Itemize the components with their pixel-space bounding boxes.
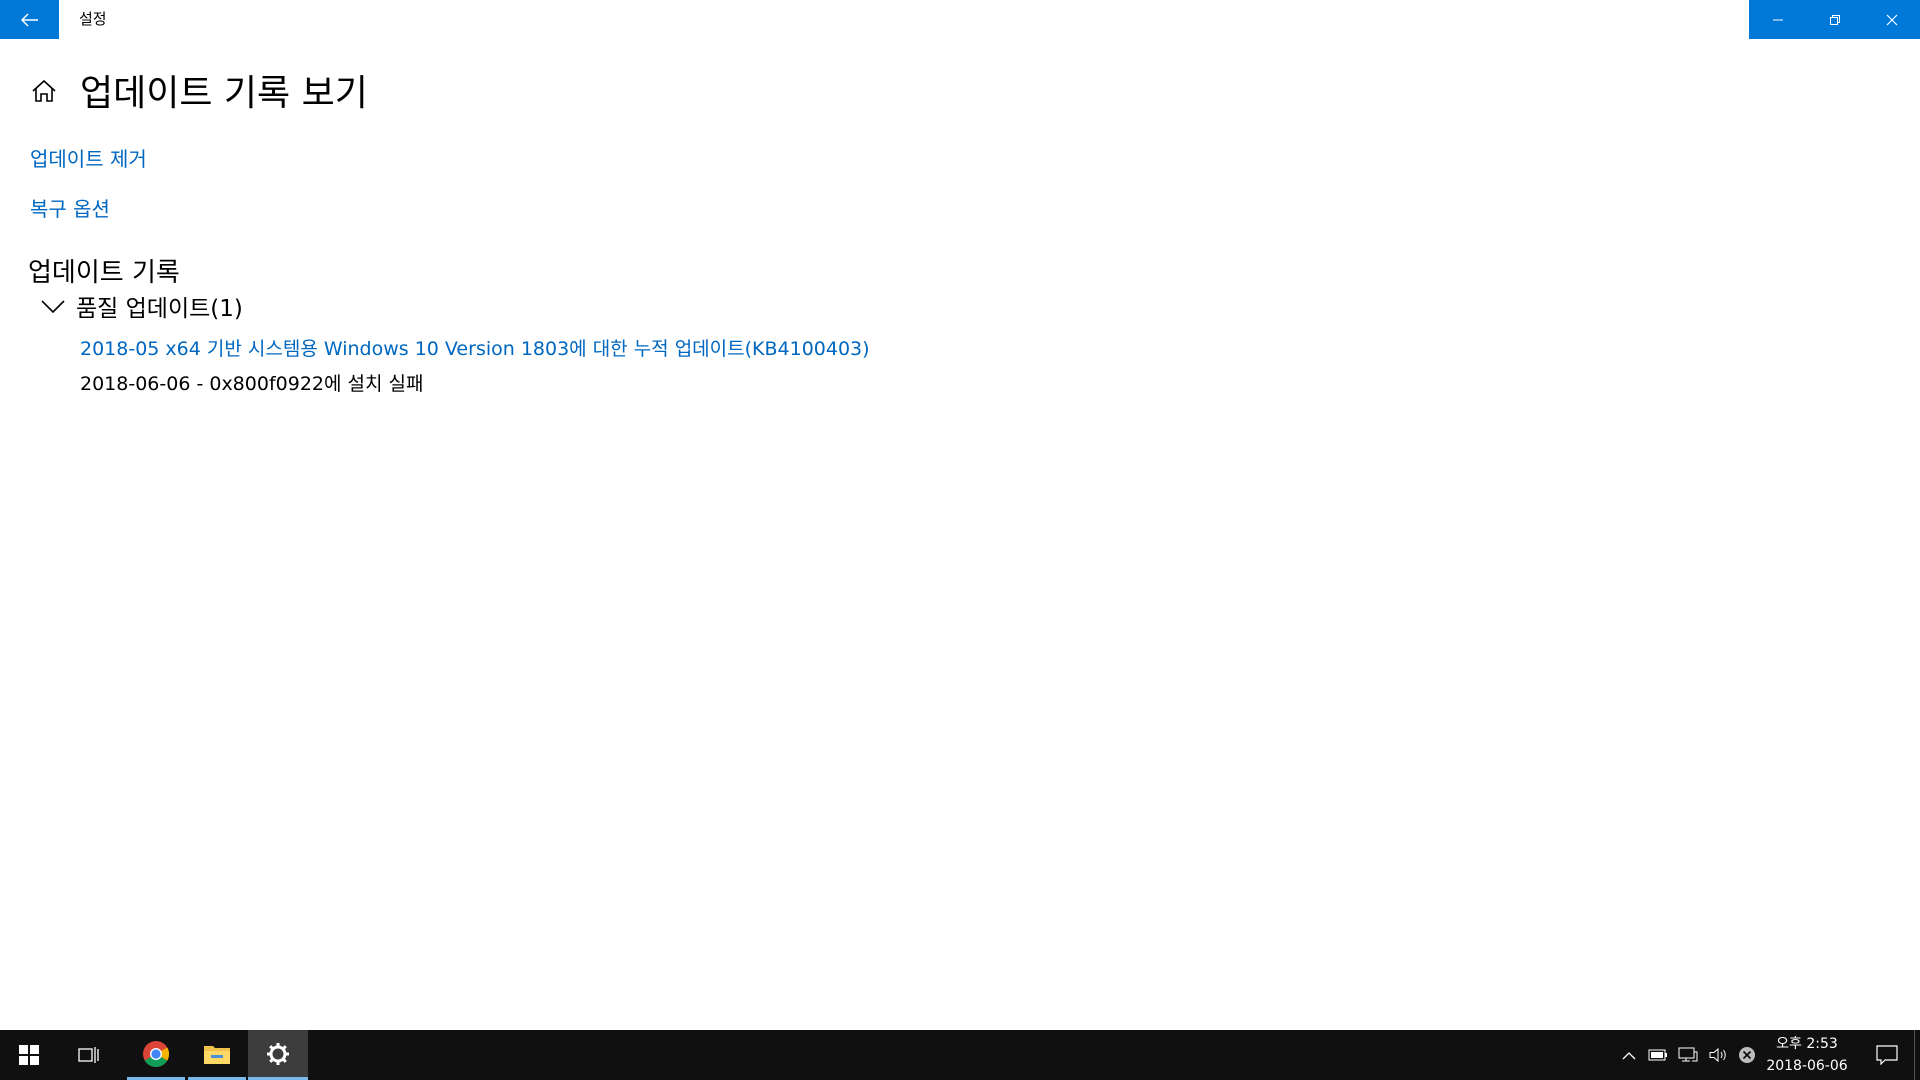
quality-updates-group-toggle[interactable]: 품질 업데이트(1) [40, 290, 243, 322]
settings-gear-icon [267, 1042, 289, 1065]
maximize-icon [1829, 14, 1840, 25]
show-hidden-icons-button[interactable] [1618, 1030, 1640, 1080]
settings-taskbar-button[interactable] [248, 1030, 308, 1080]
close-button[interactable] [1863, 0, 1920, 39]
page-title: 업데이트 기록 보기 [80, 73, 368, 114]
task-view-button[interactable] [60, 1030, 118, 1080]
chevron-down-icon [41, 300, 65, 314]
volume-icon [1709, 1047, 1726, 1063]
task-view-icon [78, 1047, 99, 1063]
battery-tray-button[interactable] [1646, 1030, 1670, 1080]
error-icon [1739, 1047, 1755, 1063]
taskbar: 오후 2:53 2018-06-06 [0, 1030, 1920, 1080]
recovery-options-link[interactable]: 복구 옵션 [30, 193, 110, 222]
remove-updates-link[interactable]: 업데이트 제거 [30, 143, 147, 172]
chevron-up-icon [1622, 1051, 1636, 1059]
update-item-link[interactable]: 2018-05 x64 기반 시스템용 Windows 10 Version 1… [80, 334, 870, 361]
clock-date: 2018-06-06 [1766, 1058, 1848, 1074]
update-item-status: 2018-06-06 - 0x800f0922에 설치 실패 [80, 373, 424, 395]
home-icon [32, 79, 56, 102]
update-history-heading: 업데이트 기록 [28, 258, 180, 288]
file-explorer-taskbar-button[interactable] [188, 1030, 246, 1080]
battery-icon [1648, 1049, 1667, 1061]
windows-start-icon [19, 1045, 39, 1065]
maximize-button[interactable] [1806, 0, 1863, 39]
clock-time: 오후 2:53 [1776, 1036, 1838, 1052]
minimize-button[interactable] [1749, 0, 1806, 39]
chrome-icon [143, 1040, 170, 1067]
notification-icon [1876, 1045, 1898, 1065]
network-tray-button[interactable] [1676, 1030, 1700, 1080]
action-center-button[interactable] [1862, 1030, 1912, 1080]
show-desktop-button[interactable] [1914, 1030, 1920, 1080]
quality-updates-label: 품질 업데이트(1) [76, 296, 243, 322]
network-icon [1678, 1047, 1698, 1062]
chrome-taskbar-button[interactable] [127, 1030, 185, 1080]
window-title: 설정 [79, 10, 107, 28]
title-bar: 설정 [0, 0, 1920, 39]
back-arrow-icon [20, 12, 38, 27]
volume-tray-button[interactable] [1705, 1030, 1731, 1080]
close-icon [1886, 14, 1897, 25]
minimize-icon [1772, 19, 1783, 20]
back-button[interactable] [0, 0, 59, 39]
start-button[interactable] [0, 1030, 58, 1080]
file-explorer-icon [204, 1045, 230, 1064]
home-button[interactable] [30, 78, 58, 104]
taskbar-clock[interactable]: 오후 2:53 2018-06-06 [1755, 1033, 1859, 1077]
